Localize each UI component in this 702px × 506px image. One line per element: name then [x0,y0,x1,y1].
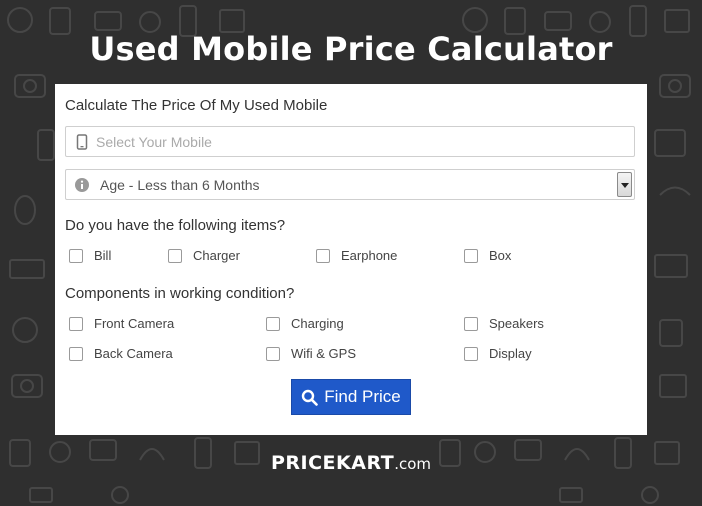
checkbox-back-camera[interactable]: Back Camera [69,346,173,361]
checkbox-charger[interactable]: Charger [168,248,240,263]
checkbox-label: Bill [94,248,112,263]
components-section-title: Components in working condition? [65,285,295,302]
items-section-title: Do you have the following items? [65,217,286,234]
checkbox-display[interactable]: Display [464,346,532,361]
checkbox[interactable] [464,346,478,361]
checkbox-label: Wifi & GPS [291,346,357,361]
checkbox-speakers[interactable]: Speakers [464,316,544,331]
age-selected-value: Age - Less than 6 Months [100,177,260,193]
page-title: Used Mobile Price Calculator [89,30,613,68]
find-price-label: Find Price [324,387,401,406]
checkbox-label: Display [489,346,532,361]
checkbox-label: Charging [291,316,344,331]
find-price-button[interactable]: Find Price [291,379,411,415]
checkbox[interactable] [69,346,83,361]
checkbox-front-camera[interactable]: Front Camera [69,316,174,331]
age-select[interactable]: Age - Less than 6 Months [65,169,635,200]
checkbox-wifi-gps[interactable]: Wifi & GPS [266,346,356,361]
checkbox[interactable] [316,248,330,263]
checkbox-bill[interactable]: Bill [69,248,111,263]
checkbox-label: Charger [193,248,240,263]
checkbox[interactable] [464,316,478,331]
search-icon [302,389,319,406]
mobile-search-input[interactable] [96,127,626,156]
brand-name: PRICEKART [270,452,395,474]
checkbox-label: Speakers [489,316,544,331]
calculator-card: Calculate The Price Of My Used Mobile Ag… [55,84,647,435]
card-heading: Calculate The Price Of My Used Mobile [65,97,328,114]
mobile-phone-icon [76,134,88,150]
brand-suffix: .com [394,455,432,473]
checkbox[interactable] [464,248,478,263]
info-icon [75,178,89,192]
checkbox-earphone[interactable]: Earphone [316,248,397,263]
chevron-down-icon[interactable] [617,172,632,197]
checkbox-label: Earphone [341,248,398,263]
checkbox[interactable] [168,248,182,263]
checkbox-label: Front Camera [94,316,175,331]
checkbox-charging[interactable]: Charging [266,316,344,331]
brand-logo: PRICEKART.com [0,452,702,475]
checkbox[interactable] [69,316,83,331]
mobile-select-field[interactable] [65,126,635,157]
checkbox-label: Box [489,248,512,263]
checkbox[interactable] [69,248,83,263]
checkbox-box[interactable]: Box [464,248,511,263]
checkbox[interactable] [266,316,280,331]
checkbox[interactable] [266,346,280,361]
checkbox-label: Back Camera [94,346,173,361]
